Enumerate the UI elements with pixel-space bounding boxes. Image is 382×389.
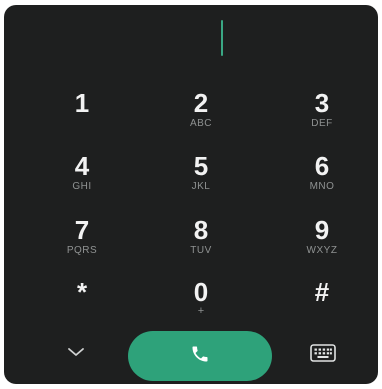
key-3[interactable]: 3 DEF — [282, 78, 362, 136]
text-cursor — [221, 20, 223, 56]
dialer-screen: 1 2 ABC 3 DEF 4 GHI 5 JKL 6 MNO 7 PQRS 8… — [4, 5, 378, 384]
dialer-action-bar — [4, 327, 378, 384]
dial-keypad: 1 2 ABC 3 DEF 4 GHI 5 JKL 6 MNO 7 PQRS 8… — [4, 71, 378, 327]
key-digit: 3 — [314, 88, 330, 118]
key-digit: 9 — [314, 215, 330, 245]
key-0[interactable]: 0 + — [161, 267, 241, 325]
number-input-field[interactable] — [4, 5, 378, 71]
key-letters: + — [197, 305, 205, 317]
key-letters: DEF — [311, 118, 333, 129]
key-digit: 2 — [193, 88, 209, 118]
key-star[interactable]: * — [42, 267, 122, 325]
key-letters: TUV — [190, 245, 212, 256]
key-letters: ABC — [189, 118, 213, 129]
keyboard-icon — [310, 343, 336, 367]
key-digit: 5 — [193, 151, 209, 181]
key-7[interactable]: 7 PQRS — [42, 205, 122, 263]
key-digit: 8 — [193, 215, 209, 245]
key-1[interactable]: 1 — [42, 78, 122, 136]
key-digit: * — [76, 277, 88, 307]
key-hash[interactable]: # — [282, 267, 362, 325]
key-digit: 6 — [314, 151, 330, 181]
key-digit: 1 — [74, 88, 90, 118]
chevron-down-icon — [67, 345, 85, 363]
key-digit: 0 — [193, 277, 209, 307]
phone-icon — [190, 344, 210, 369]
key-5[interactable]: 5 JKL — [161, 141, 241, 199]
collapse-keypad-button[interactable] — [58, 336, 94, 372]
key-4[interactable]: 4 GHI — [42, 141, 122, 199]
key-letters: MNO — [309, 181, 335, 192]
key-letters: WXYZ — [306, 245, 338, 256]
key-letters: JKL — [191, 181, 211, 192]
key-digit: 7 — [74, 215, 90, 245]
key-digit: 4 — [74, 151, 90, 181]
key-9[interactable]: 9 WXYZ — [282, 205, 362, 263]
key-6[interactable]: 6 MNO — [282, 141, 362, 199]
key-8[interactable]: 8 TUV — [161, 205, 241, 263]
key-letters: GHI — [72, 181, 92, 192]
key-2[interactable]: 2 ABC — [161, 78, 241, 136]
key-digit: # — [314, 277, 330, 307]
keyboard-toggle-button[interactable] — [306, 340, 340, 370]
call-button[interactable] — [128, 331, 272, 381]
key-letters: PQRS — [66, 245, 98, 256]
